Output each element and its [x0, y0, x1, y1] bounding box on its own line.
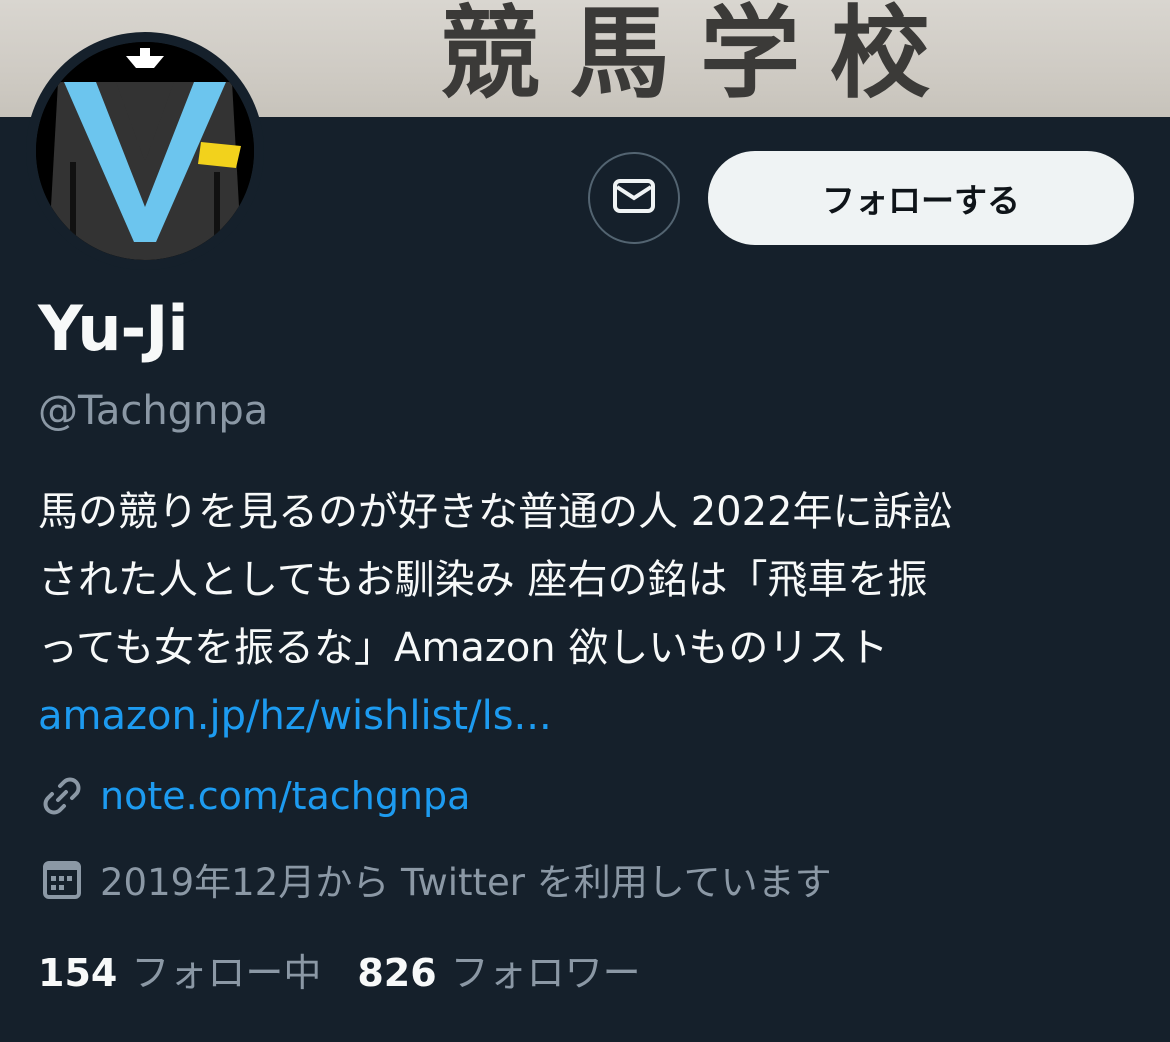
- join-date: 2019年12月から Twitter を利用しています: [100, 861, 832, 904]
- profile-url-row: note.com/tachgnpa: [38, 772, 470, 820]
- following-count[interactable]: 154: [38, 951, 117, 995]
- envelope-icon: [612, 178, 656, 218]
- username: @Tachgnpa: [38, 388, 269, 434]
- display-name: Yu-Ji: [38, 292, 189, 365]
- bio-line-3: っても女を振るな」Amazon 欲しいものリスト: [38, 625, 889, 671]
- bio: 馬の競りを見るのが好きな普通の人 2022年に訴訟 された人としてもお馴染み 座…: [38, 478, 1148, 750]
- message-button[interactable]: [588, 152, 680, 244]
- followers-count[interactable]: 826: [357, 951, 436, 995]
- link-icon: [38, 772, 86, 820]
- following-label[interactable]: フォロー中: [131, 942, 321, 997]
- profile-url[interactable]: note.com/tachgnpa: [100, 774, 470, 818]
- followers-label[interactable]: フォロワー: [451, 942, 641, 997]
- banner-text: 競馬学校: [440, 0, 960, 112]
- avatar[interactable]: [36, 42, 254, 260]
- bio-wishlist-link[interactable]: amazon.jp/hz/wishlist/ls...: [38, 682, 1148, 750]
- calendar-icon: [38, 855, 86, 903]
- follow-stats: 154 フォロー中 826 フォロワー: [38, 942, 677, 997]
- bio-line-1: 馬の競りを見るのが好きな普通の人 2022年に訴訟: [38, 489, 953, 535]
- bio-line-2: された人としてもお馴染み 座右の銘は「飛車を振: [38, 557, 928, 603]
- follow-button[interactable]: フォローする: [708, 151, 1134, 245]
- join-date-row: 2019年12月から Twitter を利用しています: [38, 852, 832, 906]
